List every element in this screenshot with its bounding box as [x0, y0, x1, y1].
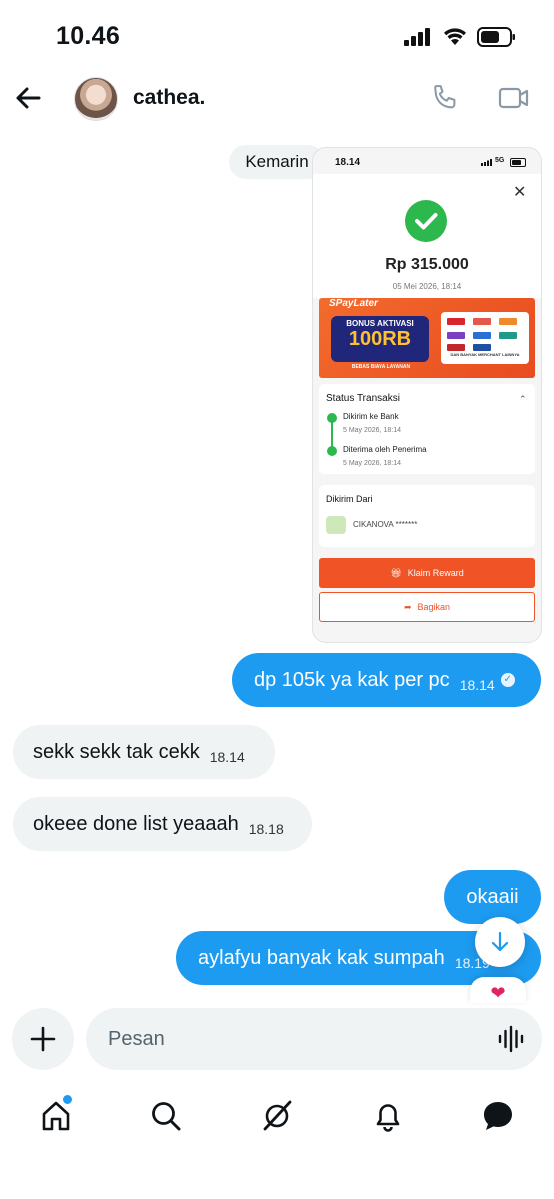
shared-image[interactable]: 18.14 5G ✕ Rp 315.000 05 Mei 2026, 18:14…: [312, 147, 542, 643]
arrow-left-icon: [16, 87, 41, 109]
merchant-logo: [473, 332, 491, 339]
promo-line-2: 100RB: [348, 328, 412, 350]
back-button[interactable]: [14, 84, 42, 117]
sender-logo: [326, 516, 346, 534]
voice-call-button[interactable]: [430, 83, 460, 118]
video-call-button[interactable]: [498, 84, 530, 117]
gift-icon: 🎁︎: [390, 567, 402, 578]
message-bubble-sent[interactable]: okaaii: [444, 870, 541, 924]
step-check-icon: [327, 413, 337, 423]
sender-name: CIKANOVA *******: [353, 520, 418, 529]
nav-messages[interactable]: [476, 1094, 520, 1138]
merchant-tag: DAN BANYAK MERCHANT LAINNYA: [450, 352, 520, 357]
merchant-logo: [499, 318, 517, 325]
share-icon: ➦: [403, 601, 412, 612]
chat-bubble-icon: [484, 1102, 512, 1130]
message-text: okeee done list yeaaah: [33, 812, 239, 835]
message-text: sekk sekk tak cekk: [33, 740, 200, 763]
message-bubble-received[interactable]: okeee done list yeaaah 18.18: [13, 797, 312, 851]
video-camera-icon: [498, 87, 529, 109]
nav-grok[interactable]: [255, 1094, 299, 1138]
step-label: Diterima oleh Penerima: [343, 445, 427, 454]
contact-name[interactable]: cathea.: [133, 86, 205, 110]
message-time: 18.14: [209, 749, 245, 765]
status-title: Status Transaksi: [326, 393, 400, 404]
phone-icon: [434, 85, 456, 109]
message-bubble-sent[interactable]: dp 105k ya kak per pc 18.14 ✓: [232, 653, 541, 707]
merchant-logo: [447, 344, 465, 351]
transfer-amount: Rp 315.000: [385, 256, 469, 273]
promo-line-1: BONUS AKTIVASI: [346, 319, 414, 328]
step-label: Dikirim ke Bank: [343, 412, 399, 421]
sender-title: Dikirim Dari: [326, 494, 373, 504]
read-receipt-icon: ✓: [500, 673, 515, 687]
image-battery-icon: [510, 158, 526, 167]
search-icon: [152, 1102, 181, 1131]
message-time: 18.18: [248, 821, 284, 837]
status-time: 10.46: [56, 22, 121, 50]
image-network-label: 5G: [495, 157, 505, 164]
chevron-up-icon: ⌃: [519, 394, 527, 404]
voice-message-button[interactable]: [494, 1022, 528, 1056]
wifi-icon: [443, 27, 467, 51]
bell-icon: [376, 1104, 400, 1132]
plus-icon: [30, 1026, 56, 1052]
step-time: 5 May 2026, 18:14: [343, 460, 401, 467]
signal-icon: [404, 28, 432, 51]
arrow-down-icon: [491, 931, 509, 952]
message-text: aylafyu banyak kak sumpah: [198, 946, 445, 969]
close-icon: ✕: [513, 184, 527, 201]
message-text: dp 105k ya kak per pc: [254, 668, 450, 691]
promo-banner: SPayLater BONUS AKTIVASI 100RB BEBAS BIA…: [319, 298, 535, 378]
notification-dot: [61, 1093, 74, 1106]
transfer-date: 05 Mei 2026, 18:14: [392, 282, 462, 291]
image-signal-icon: [481, 159, 492, 166]
merchant-logo: [447, 332, 465, 339]
promo-line-3: BEBAS BIAYA LAYANAN: [351, 364, 411, 370]
share-button: ➦ Bagikan: [319, 592, 535, 622]
merchant-logo: [473, 344, 491, 351]
image-status-time: 18.14: [335, 157, 361, 168]
scroll-to-bottom-button[interactable]: [475, 917, 525, 967]
voice-waveform-icon: [498, 1025, 524, 1053]
merchant-logo: [499, 332, 517, 339]
message-bubble-received[interactable]: sekk sekk tak cekk 18.14: [13, 725, 275, 779]
claim-reward-label: Klaim Reward: [407, 568, 464, 578]
add-attachment-button[interactable]: [12, 1008, 74, 1070]
merchant-logo: [473, 318, 491, 325]
grok-icon: [263, 1100, 292, 1131]
message-input[interactable]: [86, 1008, 542, 1070]
day-separator: Kemarin: [229, 145, 325, 179]
success-check-icon: [405, 200, 447, 242]
share-label: Bagikan: [417, 602, 451, 612]
promo-brand: SPayLater: [329, 298, 378, 309]
step-check-icon: [327, 446, 337, 456]
nav-search[interactable]: [144, 1094, 188, 1138]
merchant-logo: [447, 318, 465, 325]
avatar[interactable]: [74, 77, 118, 121]
nav-notifications[interactable]: [366, 1094, 410, 1138]
step-time: 5 May 2026, 18:14: [343, 427, 401, 434]
message-text: okaaii: [466, 885, 519, 908]
battery-icon: [477, 26, 517, 53]
claim-reward-button: 🎁︎ Klaim Reward: [319, 558, 535, 588]
heart-reaction[interactable]: ❤: [470, 977, 526, 1003]
message-time: 18.14: [459, 677, 495, 693]
